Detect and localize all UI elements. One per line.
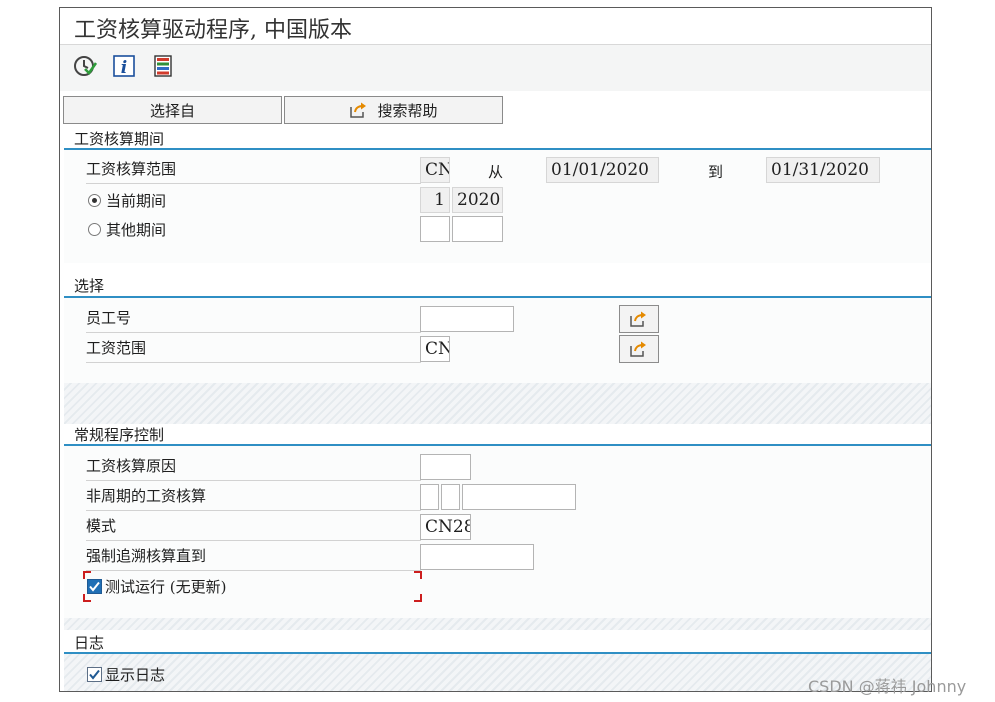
- selection-section-header: 选择: [60, 275, 931, 297]
- arrow-out-icon: [630, 311, 646, 327]
- schema-label: 模式: [86, 513, 421, 541]
- selection-screen: 工资核算驱动程序, 中国版本 i 选择自 搜索帮助 工资核算期间 工资核算范围 …: [59, 7, 932, 692]
- forced-retro-label: 强制追溯核算直到: [86, 543, 421, 571]
- focus-corner-tl: [83, 571, 91, 579]
- other-period-label: 其他期间: [106, 221, 167, 239]
- period-section-header: 工资核算期间: [60, 128, 931, 150]
- offcycle-field-2[interactable]: [441, 484, 460, 510]
- personnel-number-label: 员工号: [86, 305, 421, 333]
- other-period-year-field[interactable]: [452, 216, 503, 242]
- to-date-field[interactable]: 01/31/2020: [766, 157, 880, 183]
- offcycle-field-1[interactable]: [420, 484, 439, 510]
- search-help-button[interactable]: 搜索帮助: [284, 96, 503, 124]
- checkmark-icon: [89, 669, 100, 680]
- other-period-radio[interactable]: [88, 223, 101, 236]
- payroll-reason-field[interactable]: [420, 454, 471, 480]
- personnel-number-field[interactable]: [420, 306, 514, 332]
- display-log-label: 显示日志: [105, 666, 166, 684]
- current-period-number: 1: [420, 187, 450, 213]
- info-icon[interactable]: i: [111, 53, 137, 79]
- search-help-label: 搜索帮助: [377, 101, 438, 120]
- button-bar: 选择自 搜索帮助: [60, 91, 931, 129]
- focus-corner-tr: [414, 571, 422, 579]
- current-period-radio[interactable]: [88, 194, 101, 207]
- test-run-label: 测试运行 (无更新): [105, 578, 227, 596]
- select-from-label: 选择自: [149, 101, 195, 120]
- empty-area-2: [64, 618, 931, 630]
- offcycle-payroll-label: 非周期的工资核算: [86, 483, 421, 511]
- checkmark-icon: [89, 581, 100, 592]
- payroll-reason-label: 工资核算原因: [86, 453, 421, 481]
- current-period-year: 2020: [452, 187, 503, 213]
- log-section-body: [64, 654, 931, 691]
- focus-corner-br: [414, 594, 422, 602]
- payroll-range-field[interactable]: CN: [420, 336, 450, 362]
- select-from-button[interactable]: 选择自: [63, 96, 282, 124]
- payroll-area-field[interactable]: CN: [420, 157, 450, 183]
- other-period-number-field[interactable]: [420, 216, 450, 242]
- payroll-range-multiple-selection-button[interactable]: [619, 335, 659, 363]
- to-label: 到: [708, 163, 724, 181]
- log-section-header: 日志: [60, 632, 931, 654]
- variants-icon[interactable]: [150, 53, 176, 79]
- display-log-checkbox[interactable]: [87, 667, 102, 682]
- execute-icon[interactable]: [72, 53, 98, 79]
- from-label: 从: [488, 163, 504, 181]
- payroll-area-label: 工资核算范围: [86, 156, 421, 184]
- svg-text:i: i: [121, 58, 127, 78]
- watermark: CSDN @蒋祎 Johnny: [808, 677, 967, 696]
- focus-corner-bl: [83, 594, 91, 602]
- page-title: 工资核算驱动程序, 中国版本: [74, 18, 352, 43]
- test-run-checkbox[interactable]: [87, 579, 102, 594]
- from-date-field[interactable]: 01/01/2020: [546, 157, 659, 183]
- offcycle-field-3[interactable]: [462, 484, 576, 510]
- arrow-out-icon: [350, 102, 367, 118]
- control-section-header: 常规程序控制: [60, 424, 931, 446]
- application-toolbar: i: [60, 45, 931, 91]
- payroll-range-label: 工资范围: [86, 335, 421, 363]
- empty-area: [64, 383, 931, 424]
- schema-field[interactable]: CN28: [420, 514, 471, 540]
- personnel-number-multiple-selection-button[interactable]: [619, 305, 659, 333]
- arrow-out-icon: [630, 341, 646, 357]
- current-period-label: 当前期间: [106, 192, 167, 210]
- forced-retro-field[interactable]: [420, 544, 534, 570]
